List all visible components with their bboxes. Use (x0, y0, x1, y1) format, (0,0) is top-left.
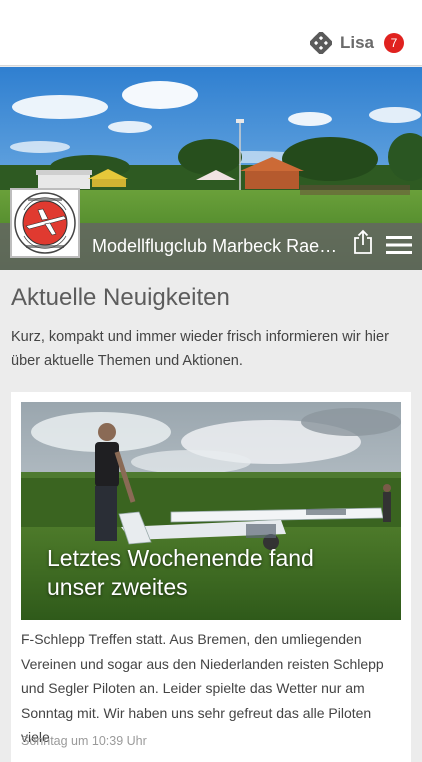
user-menu[interactable]: Lisa 7 (309, 32, 404, 54)
news-excerpt: F-Schlepp Treffen statt. Aus Bremen, den… (21, 631, 384, 745)
club-logo-image (14, 192, 76, 254)
news-date: Sonntag um 10:39 Uhr (21, 734, 147, 748)
section-title: Aktuelle Neuigkeiten (11, 284, 230, 311)
club-logo[interactable] (10, 188, 80, 258)
user-icon (309, 32, 332, 54)
section-intro: Kurz, kompakt und immer wieder frisch in… (11, 329, 389, 369)
news-image[interactable]: Letztes Wochenende fand unser zweites (21, 402, 401, 620)
notification-badge[interactable]: 7 (384, 33, 404, 53)
top-bar: Lisa 7 (0, 0, 422, 66)
hero-banner: Modellflugclub Marbeck Raesfeld (0, 67, 422, 270)
user-name[interactable]: Lisa (340, 33, 374, 53)
news-headline[interactable]: Letztes Wochenende fand unser zweites (47, 544, 377, 602)
news-card[interactable]: Letztes Wochenende fand unser zweites F-… (11, 392, 411, 762)
share-icon[interactable] (352, 229, 374, 255)
site-title[interactable]: Modellflugclub Marbeck Raesfeld (92, 236, 344, 257)
hamburger-menu-icon[interactable] (386, 235, 412, 255)
